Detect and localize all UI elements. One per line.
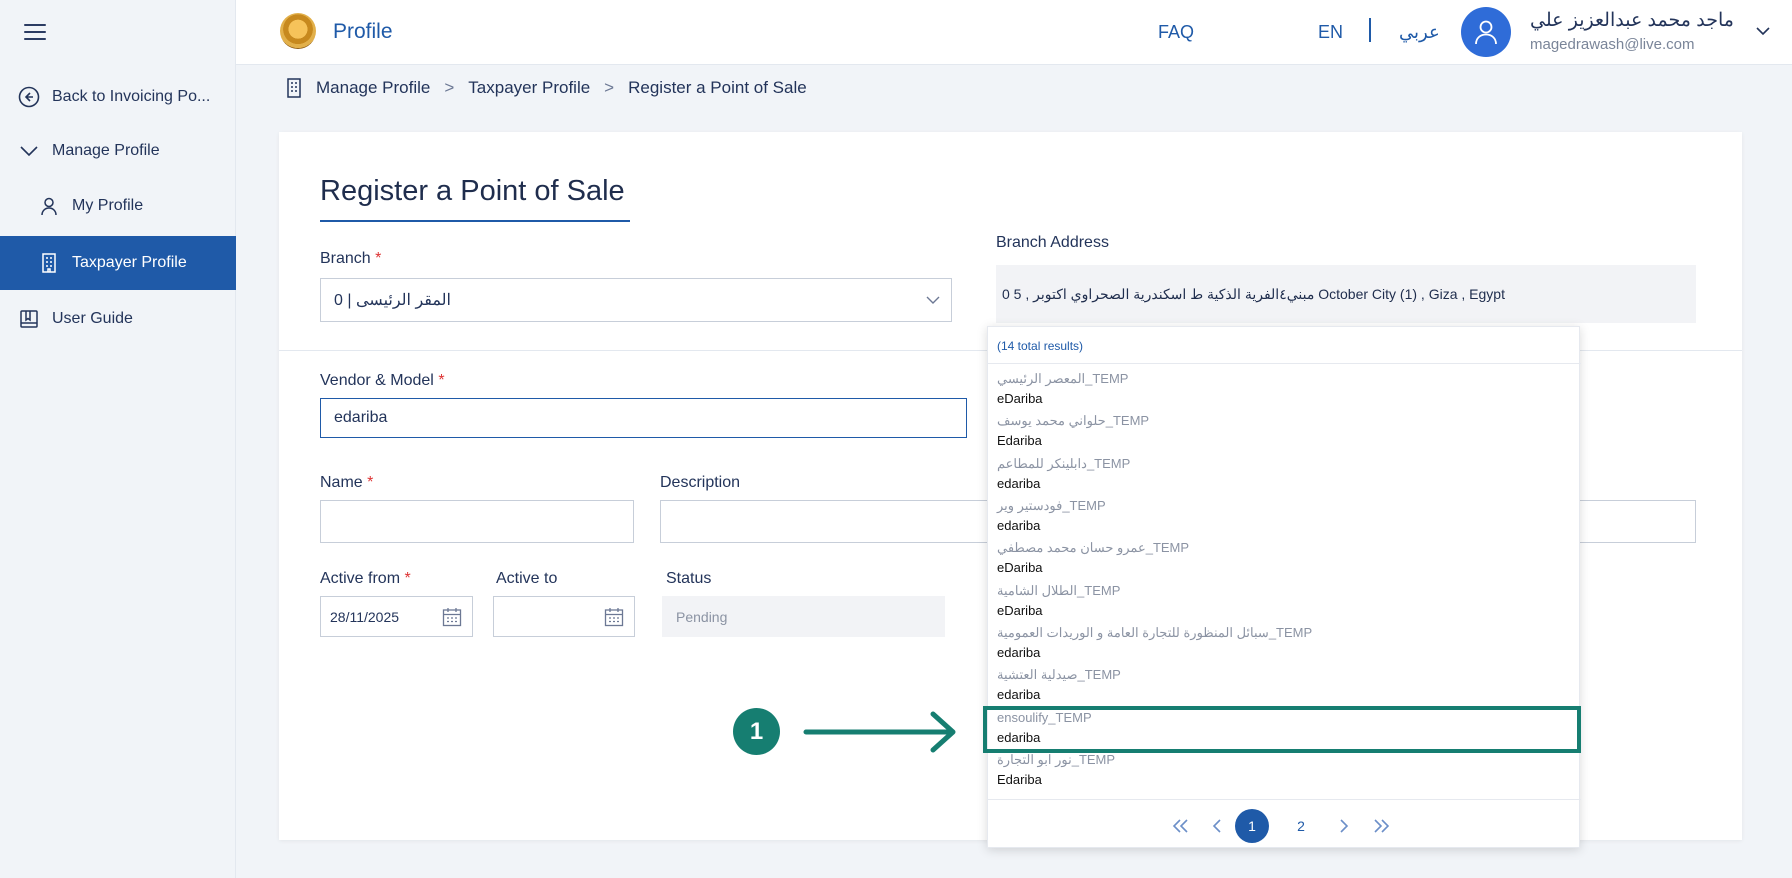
divider	[988, 799, 1581, 800]
user-avatar-icon	[1475, 20, 1497, 45]
branch-select[interactable]: المقر الرئيسى | 0	[320, 278, 952, 322]
sidebar-item-my-profile[interactable]: My Profile	[0, 189, 236, 223]
hamburger-menu-icon[interactable]	[24, 24, 46, 40]
selection-highlight-box	[983, 706, 1581, 753]
language-en-link[interactable]: EN	[1318, 22, 1343, 43]
sidebar-item-label: Manage Profile	[52, 142, 160, 159]
calendar-icon[interactable]	[604, 607, 624, 627]
chevron-down-icon	[18, 140, 40, 162]
breadcrumb-register-pos: Register a Point of Sale	[628, 78, 807, 97]
vendor-model-label: Vendor & Model *	[320, 372, 445, 389]
sidebar-item-label: My Profile	[72, 197, 144, 214]
list-item[interactable]: عمرو حسان محمد مصطفي_TEMP eDariba	[997, 538, 1567, 578]
user-name: ماجد محمد عبدالعزيز علي	[1530, 10, 1734, 31]
sidebar-item-label: Taxpayer Profile	[72, 254, 187, 271]
chevron-right-icon: >	[444, 78, 455, 97]
top-header: Profile FAQ EN عربي ماجد محمد عبدالعزيز …	[236, 0, 1792, 65]
faq-link[interactable]: FAQ	[1158, 22, 1194, 43]
next-page-icon[interactable]	[1327, 809, 1361, 843]
description-label: Description	[660, 474, 741, 491]
language-arabic-link[interactable]: عربي	[1399, 22, 1440, 43]
list-item[interactable]: دابلينكر للمطاعم_TEMP edariba	[997, 454, 1567, 494]
name-label: Name *	[320, 474, 374, 491]
active-from-date-input[interactable]: 28/11/2025	[320, 596, 473, 637]
active-from-label: Active from *	[320, 570, 411, 587]
active-to-date-input[interactable]	[493, 596, 635, 637]
previous-page-icon[interactable]	[1200, 809, 1234, 843]
branch-label: Branch *	[320, 250, 382, 267]
page-title: Profile	[333, 20, 393, 43]
breadcrumb-taxpayer-profile[interactable]: Taxpayer Profile	[468, 78, 590, 98]
arrow-right-icon	[803, 711, 956, 753]
sidebar-item-taxpayer-profile[interactable]: Taxpayer Profile	[0, 236, 236, 290]
list-item[interactable]: صيدلية العتشية_TEMP edariba	[997, 665, 1567, 705]
list-item[interactable]: نور ابو التجارة_TEMP Edariba	[997, 750, 1567, 790]
avatar[interactable]	[1461, 7, 1511, 57]
building-icon	[287, 78, 301, 98]
vendor-model-dropdown: (14 total results) المعصر الرئيسي_TEMP eD…	[987, 326, 1581, 848]
last-page-icon[interactable]	[1364, 809, 1398, 843]
first-page-icon[interactable]	[1164, 809, 1198, 843]
breadcrumb-manage-profile[interactable]: Manage Profile	[316, 78, 430, 98]
chevron-right-icon: >	[604, 78, 615, 97]
branch-address-label: Branch Address	[996, 234, 1109, 251]
chevron-down-icon	[926, 296, 940, 304]
book-icon	[18, 308, 40, 330]
pagination: 1 2	[988, 805, 1581, 845]
sidebar-item-back-to-invoicing[interactable]: Back to Invoicing Po...	[0, 80, 236, 114]
list-item[interactable]: حلواني محمد يوسف_TEMP Edariba	[997, 411, 1567, 451]
status-label: Status	[666, 570, 712, 587]
sidebar-item-user-guide[interactable]: User Guide	[0, 302, 236, 336]
sidebar-item-label: Back to Invoicing Po...	[52, 88, 211, 105]
sidebar-item-label: User Guide	[52, 310, 133, 327]
form-title: Register a Point of Sale	[320, 175, 625, 207]
name-input[interactable]	[320, 500, 634, 543]
step-number-badge: 1	[733, 708, 780, 755]
divider	[988, 363, 1581, 364]
list-item[interactable]: الطلال الشامية_TEMP eDariba	[997, 581, 1567, 621]
page-1-button[interactable]: 1	[1235, 809, 1269, 843]
sidebar: Back to Invoicing Po... Manage Profile M…	[0, 0, 236, 878]
title-underline	[320, 220, 630, 222]
user-email: magedrawash@live.com	[1530, 36, 1695, 53]
vendor-model-input[interactable]: edariba	[320, 398, 967, 438]
sidebar-item-manage-profile[interactable]: Manage Profile	[0, 134, 236, 168]
list-item[interactable]: فودستير وير_TEMP edariba	[997, 496, 1567, 536]
calendar-icon[interactable]	[442, 607, 462, 627]
results-count: (14 total results)	[997, 339, 1084, 353]
back-circle-icon	[18, 86, 40, 108]
user-icon	[38, 195, 60, 217]
branch-address-value: 0 5 , مبني٤الفرية الذكية ط اسكندرية الصح…	[996, 265, 1696, 323]
language-separator	[1369, 18, 1371, 42]
list-item[interactable]: المعصر الرئيسي_TEMP eDariba	[997, 369, 1567, 409]
list-item[interactable]: سبائل المنظورة للتجارة العامة و الوريدات…	[997, 623, 1567, 663]
user-menu-chevron-down-icon[interactable]	[1754, 22, 1772, 40]
building-icon	[38, 252, 60, 274]
status-field: Pending	[662, 596, 945, 637]
active-to-label: Active to	[496, 570, 558, 587]
branch-select-value: المقر الرئيسى | 0	[334, 292, 451, 309]
emblem-logo	[280, 13, 316, 49]
page-2-button[interactable]: 2	[1284, 809, 1318, 843]
breadcrumb: Manage Profile > Taxpayer Profile > Regi…	[286, 78, 807, 98]
